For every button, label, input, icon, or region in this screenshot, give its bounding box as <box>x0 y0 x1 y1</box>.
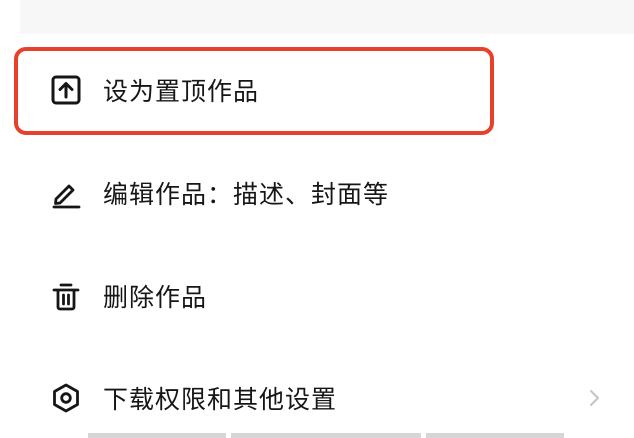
action-sheet: 设为置顶作品 编辑作品：描述、封面等 删除作品 下载权限和其他设置 <box>0 0 634 438</box>
bottom-scroll-indicator <box>88 433 564 438</box>
bottom-bar-segment <box>88 433 226 438</box>
bottom-bar-segment <box>426 433 564 438</box>
pencil-icon <box>49 176 83 210</box>
highlight-box <box>14 47 494 135</box>
menu-item-permissions[interactable]: 下载权限和其他设置 <box>0 348 634 438</box>
menu-item-delete[interactable]: 删除作品 <box>0 246 634 346</box>
menu-item-permissions-label: 下载权限和其他设置 <box>103 385 338 414</box>
menu-item-delete-label: 删除作品 <box>103 283 208 312</box>
menu-item-edit[interactable]: 编辑作品：描述、封面等 <box>0 143 634 243</box>
bottom-bar-segment <box>231 433 421 438</box>
chevron-right-icon <box>582 386 606 410</box>
top-divider-strip <box>20 0 634 34</box>
menu-item-edit-label: 编辑作品：描述、封面等 <box>103 180 390 209</box>
settings-hexagon-icon <box>49 381 83 415</box>
trash-icon <box>49 279 83 313</box>
